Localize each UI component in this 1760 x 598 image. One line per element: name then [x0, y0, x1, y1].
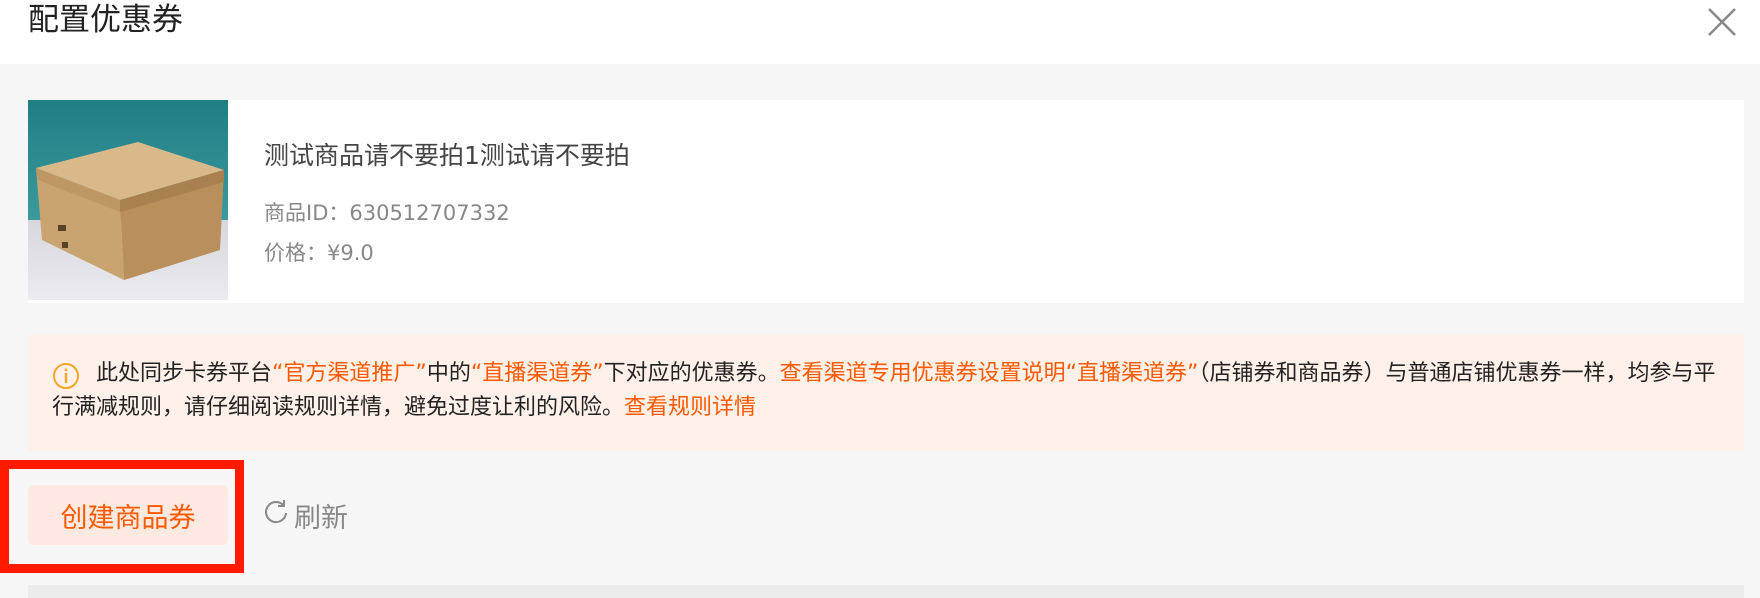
notice-seg6: “直播渠道券” — [1065, 361, 1199, 386]
close-icon[interactable] — [1706, 6, 1738, 38]
notice-seg2: “官方渠道推广” — [272, 361, 427, 386]
refresh-label: 刷新 — [294, 502, 348, 534]
coupon-list-area — [28, 585, 1744, 598]
product-id: 商品ID：630512707332 — [264, 201, 510, 225]
notice-seg3: 中的 — [426, 361, 471, 386]
product-image — [28, 100, 228, 300]
dialog-header: 配置优惠券 — [0, 0, 1760, 64]
notice-seg5: 下对应的优惠券。 — [603, 361, 780, 386]
notice-seg4: “直播渠道券” — [470, 361, 604, 386]
refresh-icon — [262, 498, 294, 533]
coupon-config-dialog: 配置优惠券 测试商品请不要拍1测试请不要拍 商品ID：630512707332 … — [0, 0, 1760, 598]
refresh-button[interactable]: 刷新 — [262, 495, 348, 535]
product-name: 测试商品请不要拍1测试请不要拍 — [264, 141, 630, 170]
dialog-title: 配置优惠券 — [28, 2, 183, 38]
product-card: 测试商品请不要拍1测试请不要拍 商品ID：630512707332 价格：¥9.… — [28, 100, 1744, 303]
notice-banner: 此处同步卡券平台“官方渠道推广”中的“直播渠道券”下对应的优惠券。查看渠道专用优… — [28, 335, 1744, 451]
product-price: 价格：¥9.0 — [264, 241, 374, 265]
rules-detail-link[interactable]: 查看规则详情 — [624, 395, 756, 420]
notice-seg1: 此处同步卡券平台 — [96, 361, 273, 386]
notice-text: 此处同步卡券平台“官方渠道推广”中的“直播渠道券”下对应的优惠券。查看渠道专用优… — [52, 357, 1732, 425]
coupon-settings-guide-link[interactable]: 查看渠道专用优惠券设置说明 — [780, 361, 1066, 386]
create-product-coupon-button[interactable]: 创建商品券 — [28, 485, 228, 545]
